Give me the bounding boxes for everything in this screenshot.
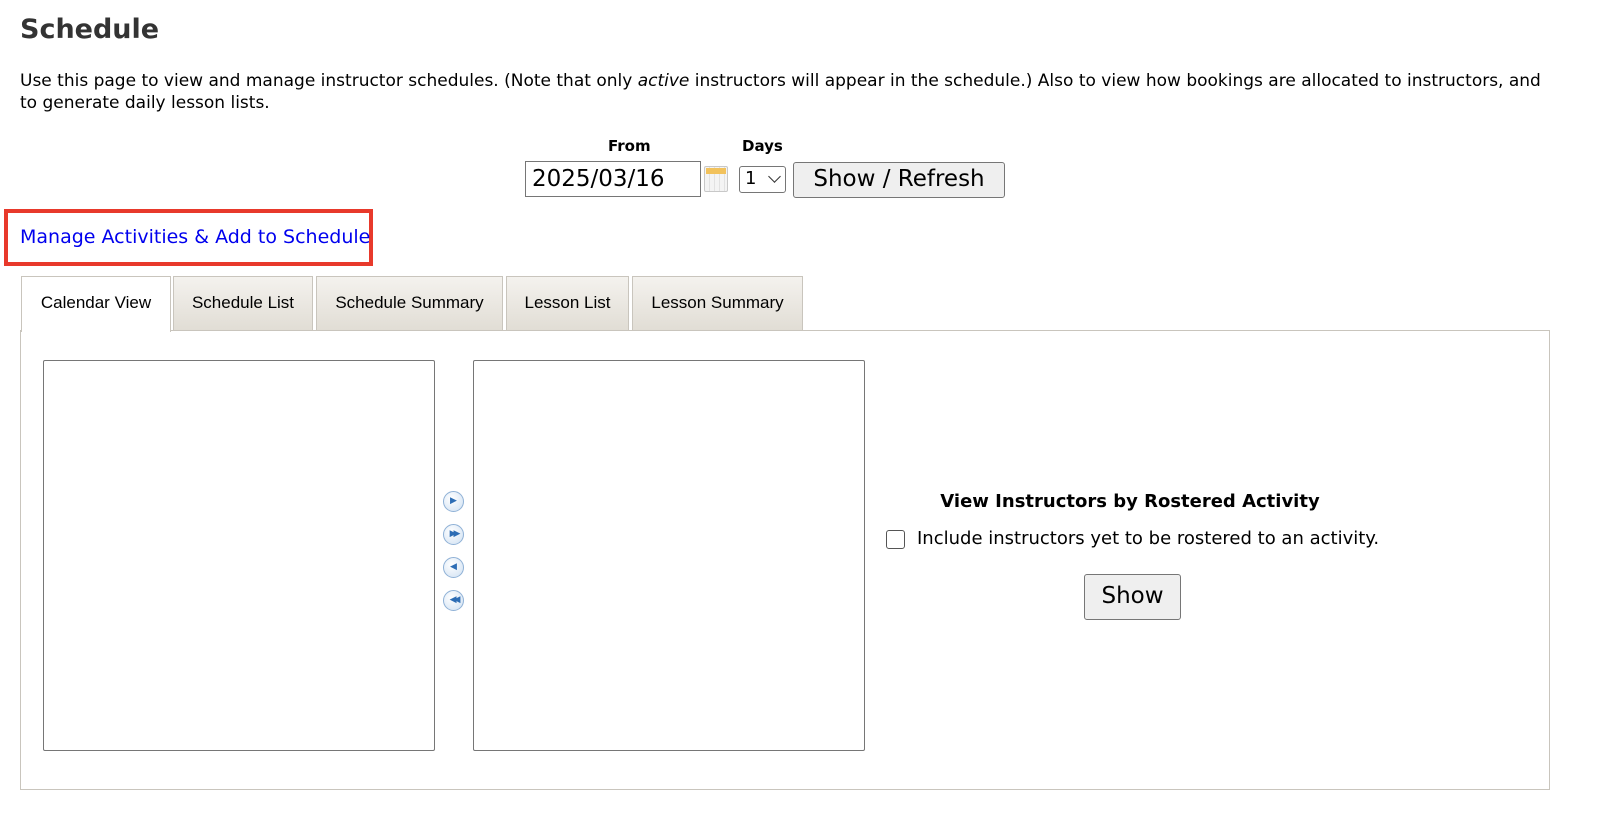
manage-activities-link[interactable]: Manage Activities & Add to Schedule	[20, 226, 370, 248]
move-all-left-icon[interactable]: ◀◀	[443, 590, 464, 611]
tab-lesson-list[interactable]: Lesson List	[506, 276, 629, 330]
move-left-icon[interactable]: ◀	[443, 557, 464, 578]
tab-schedule-list[interactable]: Schedule List	[173, 276, 313, 330]
tab-lesson-summary[interactable]: Lesson Summary	[632, 276, 803, 330]
calendar-icon[interactable]	[704, 166, 728, 192]
tab-schedule-summary[interactable]: Schedule Summary	[316, 276, 503, 330]
days-select[interactable]: 1	[739, 166, 786, 193]
move-all-right-icon[interactable]: ▶▶	[443, 524, 464, 545]
intro-text-start: Use this page to view and manage instruc…	[20, 71, 638, 91]
chevron-down-icon	[768, 170, 781, 183]
include-unrostered-checkbox[interactable]	[886, 530, 905, 549]
days-label: Days	[742, 137, 783, 155]
days-select-value: 1	[745, 168, 757, 189]
page-title: Schedule	[20, 14, 160, 45]
intro-text-emphasis: active	[637, 71, 690, 91]
roster-heading: View Instructors by Rostered Activity	[940, 491, 1320, 512]
include-unrostered-label[interactable]: Include instructors yet to be rostered t…	[917, 528, 1379, 549]
show-refresh-button[interactable]: Show / Refresh	[793, 162, 1005, 198]
available-list[interactable]	[43, 360, 435, 751]
schedule-page: Schedule Use this page to view and manag…	[0, 0, 1600, 816]
intro-text: Use this page to view and manage instruc…	[20, 70, 1550, 114]
from-label: From	[608, 137, 651, 155]
tab-calendar-view[interactable]: Calendar View	[21, 276, 171, 332]
show-button[interactable]: Show	[1084, 574, 1181, 620]
move-right-icon[interactable]: ▶	[443, 491, 464, 512]
from-date-input[interactable]	[525, 161, 701, 197]
selected-list[interactable]	[473, 360, 865, 751]
